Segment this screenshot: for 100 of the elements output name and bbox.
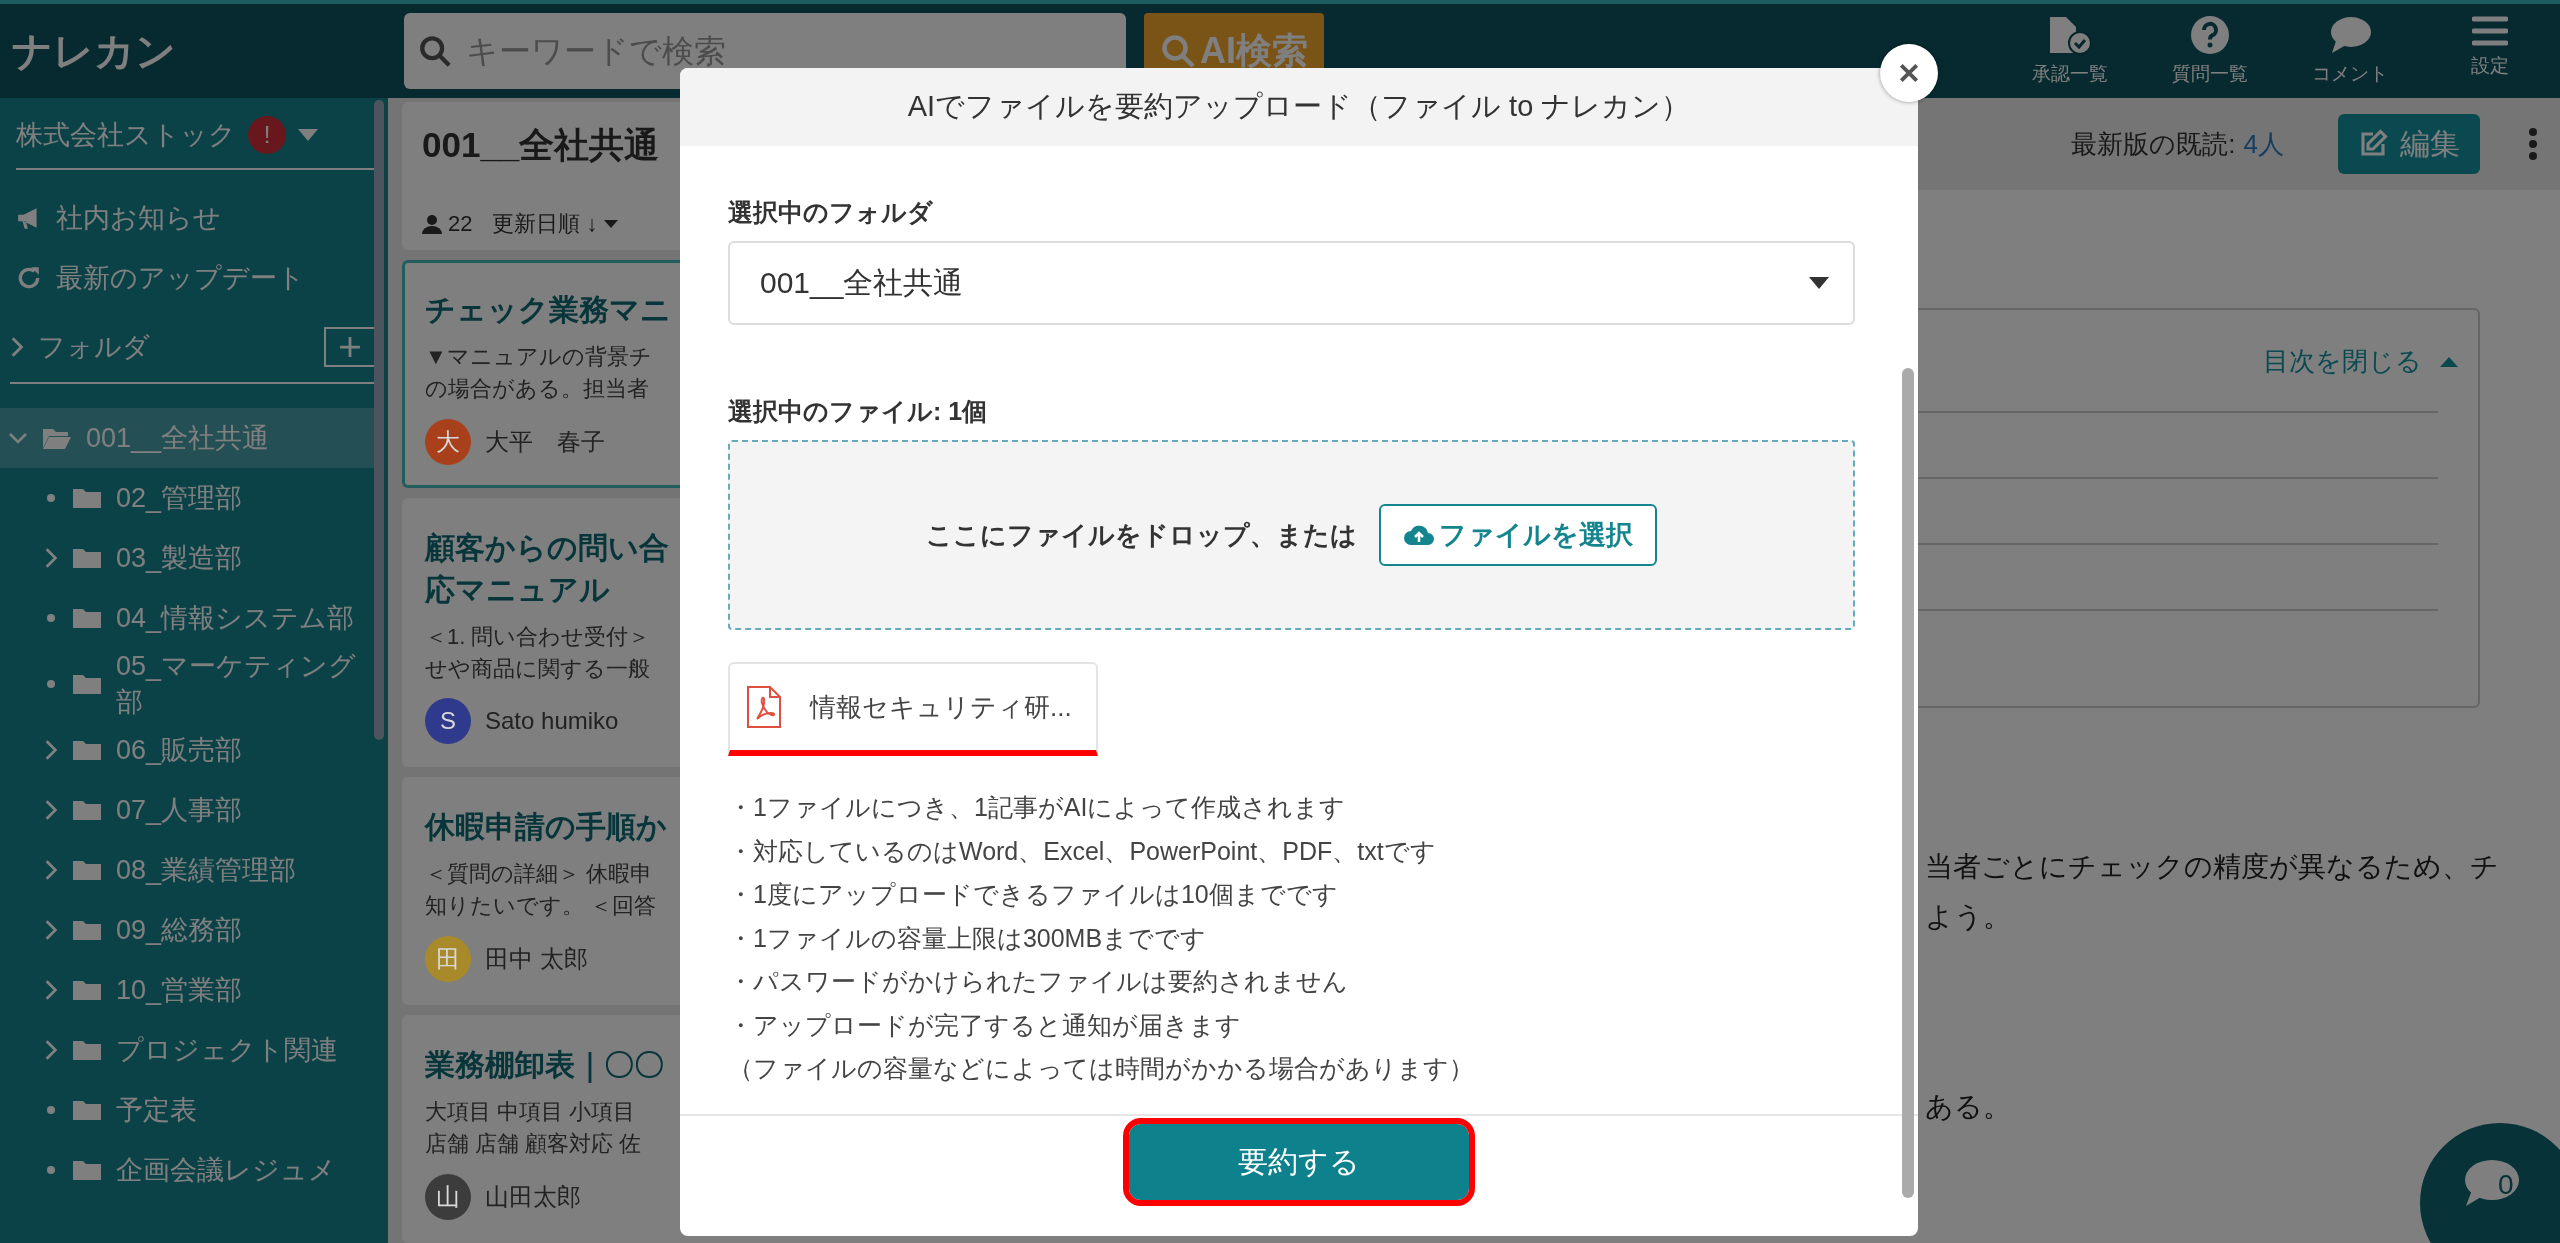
scrollbar[interactable] bbox=[374, 100, 384, 740]
dialog-title: AIでファイルを要約アップロード（ファイル to ナレカン） bbox=[680, 68, 1918, 146]
folder-tree-item[interactable]: プロジェクト関連 bbox=[0, 1020, 375, 1080]
read-count-link[interactable]: 4人 bbox=[2243, 126, 2284, 162]
author-name: 山田太郎 bbox=[485, 1182, 581, 1212]
close-icon bbox=[1898, 62, 1920, 84]
question-icon bbox=[2190, 15, 2230, 55]
body-text: 当者ごとにチェックの精度が異なるため、チ bbox=[1925, 850, 2500, 884]
bullet-icon bbox=[44, 1166, 58, 1174]
chevron-icon bbox=[44, 799, 58, 821]
avatar: 山 bbox=[425, 1174, 471, 1220]
avatar: S bbox=[425, 698, 471, 745]
more-options-icon[interactable] bbox=[2528, 128, 2538, 160]
note-text: ・パスワードがかけられたファイルは要約されません bbox=[728, 966, 1349, 997]
article-excerpt: 大項目 中項目 小項目 店舗 店舗 顧客対応 佐 bbox=[425, 1098, 643, 1159]
nav-button[interactable]: 質問一覧 bbox=[2140, 15, 2280, 87]
chat-button[interactable]: 0 bbox=[2420, 1123, 2560, 1243]
folder-tree-item[interactable]: 企画会議レジュメ bbox=[0, 1140, 375, 1200]
plus-icon bbox=[339, 336, 361, 358]
person-icon bbox=[422, 214, 442, 234]
scrollbar[interactable] bbox=[1902, 368, 1914, 1198]
author-name: Sato humiko bbox=[485, 707, 619, 736]
author-name: 大平 春子 bbox=[485, 426, 605, 457]
folder-section-toggle[interactable]: フォルダ bbox=[10, 329, 150, 365]
app-logo[interactable]: ナレカン bbox=[0, 23, 390, 79]
chevron-icon bbox=[44, 919, 58, 941]
bullet-icon bbox=[44, 680, 58, 688]
folder-tree-item[interactable]: 08_業績管理部 bbox=[0, 840, 375, 900]
drop-zone-text: ここにファイルをドロップ、または bbox=[926, 518, 1357, 552]
chevron-icon bbox=[8, 431, 28, 445]
article-card[interactable]: 休暇申請の手順か ＜質問の詳細＞ 休暇申 知りたいです。 ＜回答 田 田中 太郎 bbox=[402, 777, 680, 1006]
cloud-upload-icon bbox=[1403, 523, 1435, 547]
folder-tree-item[interactable]: 04_情報システム部 bbox=[0, 588, 375, 648]
article-excerpt: ＜質問の詳細＞ 休暇申 知りたいです。 ＜回答 bbox=[425, 860, 658, 921]
caret-icon[interactable] bbox=[298, 129, 318, 141]
folder-tree-item[interactable]: 10_営業部 bbox=[0, 960, 375, 1020]
note-text: ・1ファイルにつき、1記事がAIによって作成されます bbox=[728, 792, 1347, 823]
file-drop-zone[interactable]: ここにファイルをドロップ、または ファイルを選択 bbox=[728, 440, 1855, 630]
avatar: 田 bbox=[425, 936, 471, 983]
file-chip[interactable]: 情報セキュリティ研... bbox=[728, 662, 1098, 756]
body-text: よう。 bbox=[1925, 900, 2012, 934]
edit-button[interactable]: 編集 bbox=[2338, 114, 2480, 174]
folder-tree-item[interactable]: 06_販売部 bbox=[0, 720, 375, 780]
note-text: ・対応しているのはWord、Excel、PowerPoint、PDF、txtです bbox=[728, 835, 1437, 867]
folder-icon bbox=[72, 858, 102, 882]
folder-tree-item[interactable]: 予定表 bbox=[0, 1080, 375, 1140]
folder-icon bbox=[72, 1158, 102, 1182]
document-check-icon bbox=[2048, 15, 2092, 55]
author-name: 田中 太郎 bbox=[485, 944, 588, 975]
nav-button[interactable]: コメント bbox=[2280, 15, 2420, 87]
chevron-icon bbox=[44, 547, 58, 569]
folder-icon bbox=[72, 1098, 102, 1122]
nav-button[interactable]: 設定 bbox=[2420, 15, 2560, 87]
field-label: 選択中のフォルダ bbox=[728, 197, 934, 228]
article-excerpt: ▼マニュアルの背景チ の場合がある。担当者 bbox=[425, 342, 653, 403]
folder-tree-item[interactable]: 02_管理部 bbox=[0, 468, 375, 528]
caret-icon bbox=[1809, 277, 1829, 289]
refresh-icon bbox=[16, 265, 42, 291]
chevron-icon bbox=[44, 859, 58, 881]
folder-icon bbox=[72, 798, 102, 822]
alert-badge: ! bbox=[248, 116, 286, 154]
choose-file-button[interactable]: ファイルを選択 bbox=[1379, 504, 1657, 566]
folder-title: 001__全社共通 bbox=[422, 125, 660, 164]
folder-icon bbox=[72, 606, 102, 630]
article-card[interactable]: 顧客からの問い合 応マニュアル ＜1. 問い合わせ受付＞ せや商品に関する一般 S Sato humiko bbox=[402, 497, 680, 768]
article-title: チェック業務マニ bbox=[425, 291, 672, 328]
folder-icon bbox=[72, 918, 102, 942]
folder-tree-item[interactable]: 09_総務部 bbox=[0, 900, 375, 960]
folder-tree-item[interactable]: 07_人事部 bbox=[0, 780, 375, 840]
body-text: ある。 bbox=[1925, 1090, 2012, 1124]
bullet-icon bbox=[44, 1106, 58, 1114]
note-text: ・1ファイルの容量上限は300MBまでです bbox=[728, 922, 1208, 954]
article-excerpt: ＜1. 問い合わせ受付＞ せや商品に関する一般 bbox=[425, 622, 652, 683]
nav-button[interactable]: 承認一覧 bbox=[2000, 15, 2140, 87]
company-name[interactable]: 株式会社ストック bbox=[16, 117, 236, 153]
sidebar-link[interactable]: 社内お知らせ bbox=[16, 188, 388, 248]
folder-tree-item[interactable]: 03_製造部 bbox=[0, 528, 375, 588]
chevron-icon bbox=[44, 739, 58, 761]
article-card[interactable]: 業務棚卸表｜〇〇 大項目 中項目 小項目 店舗 店舗 顧客対応 佐 山 山田太郎 bbox=[402, 1015, 680, 1243]
menu-icon bbox=[2472, 15, 2508, 47]
sidebar-link[interactable]: 最新のアップデート bbox=[16, 248, 388, 308]
pencil-icon bbox=[2358, 129, 2388, 159]
folder-select[interactable]: 001__全社共通 bbox=[728, 241, 1855, 325]
speech-bubble-icon bbox=[2328, 15, 2372, 55]
folder-tree-item[interactable]: 05_マーケティング部 bbox=[0, 648, 375, 720]
note-text: ・1度にアップロードできるファイルは10個までです bbox=[728, 879, 1339, 910]
article-card[interactable]: チェック業務マニ ▼マニュアルの背景チ の場合がある。担当者 大 大平 春子 bbox=[402, 259, 680, 488]
toc-toggle-link[interactable]: 目次を閉じる bbox=[2263, 344, 2458, 379]
folder-icon bbox=[72, 486, 102, 510]
sort-dropdown[interactable]: 更新日順 ↓ bbox=[492, 209, 618, 239]
avatar: 大 bbox=[425, 418, 471, 465]
folder-icon bbox=[72, 546, 102, 570]
folder-icon bbox=[72, 1038, 102, 1062]
note-text: （ファイルの容量などによっては時間がかかる場合があります） bbox=[728, 1053, 1475, 1084]
read-count-label: 最新版の既読: bbox=[2071, 127, 2236, 161]
folder-icon bbox=[72, 738, 102, 762]
field-label: 選択中のファイル: 1個 bbox=[728, 396, 989, 427]
folder-icon bbox=[72, 672, 102, 696]
chevron-icon bbox=[44, 1039, 58, 1061]
search-icon bbox=[418, 34, 452, 68]
